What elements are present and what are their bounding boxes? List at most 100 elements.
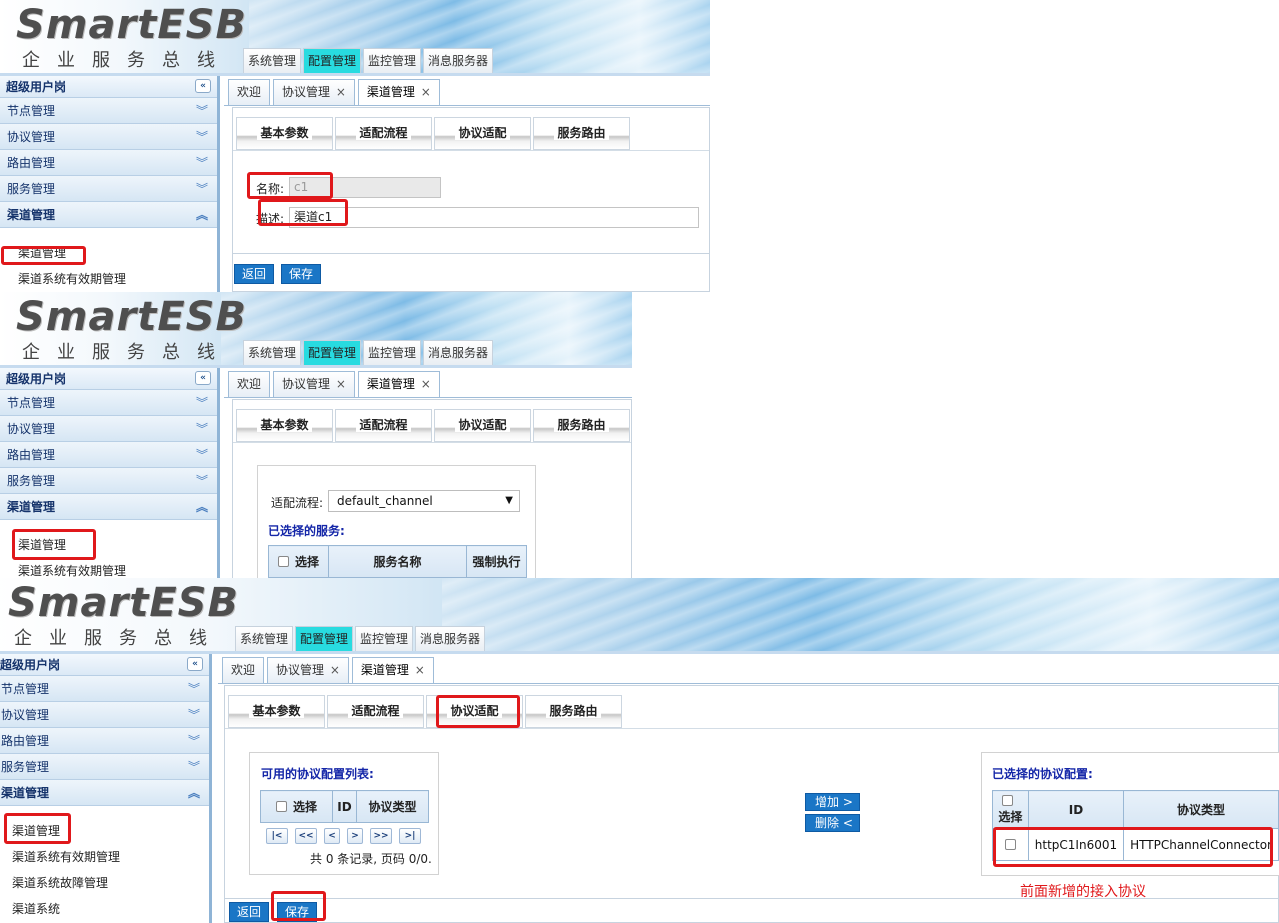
tab-welcome[interactable]: 欢迎 xyxy=(222,657,265,683)
sidebar-item-channel-management[interactable]: 渠道管理 xyxy=(0,240,217,266)
subtab-protocol-adapter[interactable]: 协议适配 xyxy=(434,409,531,442)
sidebar-section-protocol[interactable]: 协议管理 ︾ xyxy=(0,416,217,442)
sidebar-title: 超级用户岗 « xyxy=(0,76,217,98)
tab-protocol[interactable]: 协议管理 × xyxy=(273,79,355,105)
description-input[interactable]: 渠道c1 xyxy=(289,207,699,228)
subtab-protocol-adapter[interactable]: 协议适配 xyxy=(426,695,523,728)
subtab-basic-params[interactable]: 基本参数 xyxy=(236,117,333,150)
prev-page-button[interactable]: < xyxy=(324,828,340,844)
sidebar-section-service[interactable]: 服务管理 ︾ xyxy=(0,754,209,780)
last-page-button[interactable]: >| xyxy=(399,828,421,844)
tab-channel[interactable]: 渠道管理 × xyxy=(351,657,434,683)
tab-welcome[interactable]: 欢迎 xyxy=(228,371,271,397)
sidebar-section-label: 路由管理 xyxy=(1,734,50,748)
chevron-down-icon: ︾ xyxy=(187,682,200,696)
subtab-adapter-flow[interactable]: 适配流程 xyxy=(327,695,424,728)
add-button[interactable]: 增加 > xyxy=(805,793,860,811)
top-nav-monitor[interactable]: 监控管理 xyxy=(355,626,414,651)
collapse-sidebar-icon[interactable]: « xyxy=(195,371,211,385)
remove-button[interactable]: 删除 < xyxy=(805,814,860,832)
close-icon[interactable]: × xyxy=(415,663,425,677)
back-button[interactable]: 返回 xyxy=(234,264,275,284)
top-nav-monitor[interactable]: 监控管理 xyxy=(363,48,422,73)
prev-block-button[interactable]: << xyxy=(295,828,317,844)
subtab-adapter-flow[interactable]: 适配流程 xyxy=(335,117,432,150)
subtab-protocol-adapter[interactable]: 协议适配 xyxy=(434,117,531,150)
sidebar-item-channel-validity[interactable]: 渠道系统有效期管理 xyxy=(0,558,217,578)
top-nav-system[interactable]: 系统管理 xyxy=(235,626,294,651)
top-nav-config[interactable]: 配置管理 xyxy=(303,48,362,73)
close-icon[interactable]: × xyxy=(336,377,346,391)
close-icon[interactable]: × xyxy=(330,663,340,677)
top-nav-system[interactable]: 系统管理 xyxy=(243,48,302,73)
close-icon[interactable]: × xyxy=(336,85,346,99)
adapter-flow-select[interactable]: default_channel ▼ xyxy=(328,490,520,512)
back-button[interactable]: 返回 xyxy=(229,902,270,922)
sidebar-item-channel-validity[interactable]: 渠道系统有效期管理 xyxy=(0,844,209,870)
selected-protocols-title: 已选择的协议配置: xyxy=(992,767,1093,781)
tab-protocol[interactable]: 协议管理 × xyxy=(273,371,355,397)
sidebar-section-channel[interactable]: 渠道管理 ︽ xyxy=(0,494,217,520)
chevron-down-icon: ︾ xyxy=(195,396,208,410)
save-button[interactable]: 保存 xyxy=(281,264,322,284)
sidebar-section-route[interactable]: 路由管理 ︾ xyxy=(0,150,217,176)
subtab-service-route[interactable]: 服务路由 xyxy=(533,409,630,442)
sidebar-item-channel-system[interactable]: 渠道系统 xyxy=(0,896,209,922)
sidebar-title-label: 超级用户岗 xyxy=(6,80,67,94)
subtab-divider xyxy=(225,728,1278,729)
close-icon[interactable]: × xyxy=(421,85,431,99)
next-page-button[interactable]: > xyxy=(347,828,363,844)
sidebar-section-label: 节点管理 xyxy=(7,396,56,410)
tab-protocol[interactable]: 协议管理 × xyxy=(267,657,349,683)
subtab-adapter-flow[interactable]: 适配流程 xyxy=(335,409,432,442)
sidebar-item-channel-management[interactable]: 渠道管理 xyxy=(0,818,209,844)
subtab-divider xyxy=(233,442,631,443)
top-nav-config[interactable]: 配置管理 xyxy=(295,626,354,651)
sidebar-item-channel-management[interactable]: 渠道管理 xyxy=(0,532,217,558)
top-nav-system[interactable]: 系统管理 xyxy=(243,340,302,365)
sidebar-section-service[interactable]: 服务管理 ︾ xyxy=(0,468,217,494)
top-nav-monitor[interactable]: 监控管理 xyxy=(363,340,422,365)
row-checkbox[interactable] xyxy=(1004,838,1016,850)
collapse-sidebar-icon[interactable]: « xyxy=(195,79,211,93)
top-nav-message-server[interactable]: 消息服务器 xyxy=(423,340,494,365)
sidebar-item-channel-validity[interactable]: 渠道系统有效期管理 xyxy=(0,266,217,292)
tab-welcome[interactable]: 欢迎 xyxy=(228,79,271,105)
select-all-checkbox[interactable] xyxy=(275,801,287,812)
sidebar-section-route[interactable]: 路由管理 ︾ xyxy=(0,728,209,754)
sidebar-item-channel-fault[interactable]: 渠道系统故障管理 xyxy=(0,870,209,896)
sidebar-section-protocol[interactable]: 协议管理 ︾ xyxy=(0,702,209,728)
top-nav-message-server[interactable]: 消息服务器 xyxy=(423,48,494,73)
sidebar-section-node[interactable]: 节点管理 ︾ xyxy=(0,676,209,702)
next-block-button[interactable]: >> xyxy=(370,828,392,844)
subtab-service-route[interactable]: 服务路由 xyxy=(525,695,622,728)
sidebar-section-node[interactable]: 节点管理 ︾ xyxy=(0,98,217,124)
tab-channel[interactable]: 渠道管理 × xyxy=(357,371,440,397)
top-nav-config[interactable]: 配置管理 xyxy=(303,340,362,365)
save-button[interactable]: 保存 xyxy=(277,902,318,922)
collapse-sidebar-icon[interactable]: « xyxy=(187,657,203,671)
name-input[interactable]: c1 xyxy=(289,177,441,198)
table-row[interactable]: httpC1In6001 HTTPChannelConnector xyxy=(992,828,1279,861)
first-page-button[interactable]: |< xyxy=(266,828,288,844)
row-checkbox-cell xyxy=(992,828,1029,861)
column-select: 选择 xyxy=(260,790,333,823)
top-nav: 系统管理 配置管理 监控管理 消息服务器 xyxy=(243,48,494,73)
subtab-basic-params[interactable]: 基本参数 xyxy=(236,409,333,442)
tab-channel[interactable]: 渠道管理 × xyxy=(357,79,440,105)
sidebar-section-channel[interactable]: 渠道管理 ︽ xyxy=(0,780,209,806)
app-header: SmartESB 企业服务总线 系统管理 配置管理 监控管理 消息服务器 xyxy=(0,292,632,365)
column-select: 选择 xyxy=(992,790,1029,829)
sidebar-section-node[interactable]: 节点管理 ︾ xyxy=(0,390,217,416)
sidebar-section-route[interactable]: 路由管理 ︾ xyxy=(0,442,217,468)
chevron-up-icon: ︽ xyxy=(187,786,200,800)
top-nav-message-server[interactable]: 消息服务器 xyxy=(415,626,486,651)
sidebar-section-channel[interactable]: 渠道管理 ︽ xyxy=(0,202,217,228)
select-all-checkbox[interactable] xyxy=(1001,795,1013,806)
close-icon[interactable]: × xyxy=(421,377,431,391)
subtab-basic-params[interactable]: 基本参数 xyxy=(228,695,325,728)
sidebar-section-protocol[interactable]: 协议管理 ︾ xyxy=(0,124,217,150)
sidebar-section-service[interactable]: 服务管理 ︾ xyxy=(0,176,217,202)
select-all-checkbox[interactable] xyxy=(277,556,289,567)
subtab-service-route[interactable]: 服务路由 xyxy=(533,117,630,150)
